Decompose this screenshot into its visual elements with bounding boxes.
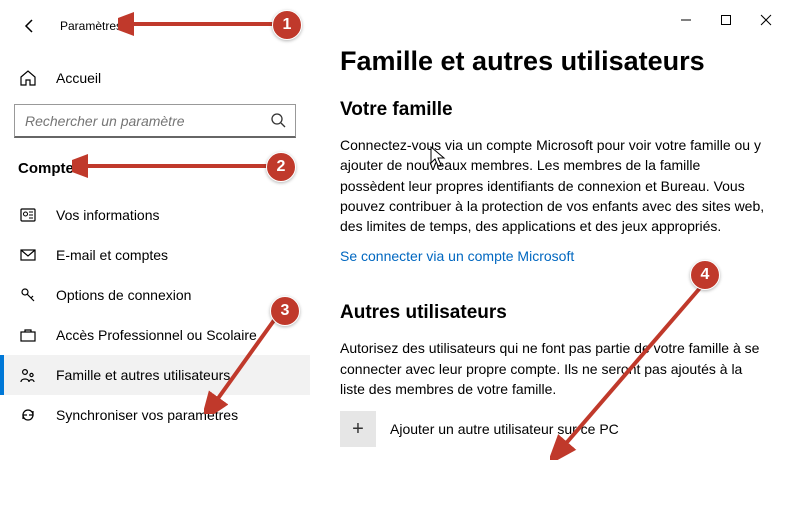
user-icon bbox=[18, 205, 38, 225]
nav-label: E-mail et comptes bbox=[56, 247, 168, 263]
sync-icon bbox=[18, 405, 38, 425]
nav-label: Options de connexion bbox=[56, 287, 191, 303]
family-body: Connectez-vous via un compte Microsoft p… bbox=[340, 135, 768, 236]
nav-email[interactable]: E-mail et comptes bbox=[0, 235, 310, 275]
maximize-icon bbox=[720, 14, 732, 26]
nav-label: Vos informations bbox=[56, 207, 160, 223]
back-button[interactable] bbox=[18, 14, 42, 38]
annotation-badge-2: 2 bbox=[266, 152, 296, 182]
app-title: Paramètres bbox=[60, 19, 122, 33]
plus-icon: + bbox=[340, 411, 376, 447]
close-button[interactable] bbox=[746, 6, 786, 34]
minimize-icon bbox=[680, 14, 692, 26]
annotation-arrow-1 bbox=[118, 12, 278, 36]
mail-icon bbox=[18, 245, 38, 265]
sidebar: Paramètres Accueil Comptes Vos informati… bbox=[0, 0, 310, 522]
family-icon bbox=[18, 365, 38, 385]
nav-home-label: Accueil bbox=[56, 70, 101, 86]
search-input[interactable] bbox=[14, 104, 296, 138]
nav-your-info[interactable]: Vos informations bbox=[0, 195, 310, 235]
home-icon bbox=[18, 68, 38, 88]
annotation-arrow-4 bbox=[550, 280, 720, 460]
key-icon bbox=[18, 285, 38, 305]
signin-link[interactable]: Se connecter via un compte Microsoft bbox=[340, 248, 574, 264]
annotation-badge-4: 4 bbox=[690, 260, 720, 290]
family-heading: Votre famille bbox=[340, 99, 768, 121]
search-icon bbox=[270, 112, 286, 128]
briefcase-icon bbox=[18, 325, 38, 345]
annotation-arrow-2 bbox=[72, 154, 272, 178]
cursor-icon bbox=[430, 146, 448, 168]
annotation-badge-1: 1 bbox=[272, 10, 302, 40]
arrow-left-icon bbox=[22, 18, 38, 34]
window-controls bbox=[666, 6, 786, 34]
page-title: Famille et autres utilisateurs bbox=[340, 46, 768, 77]
maximize-button[interactable] bbox=[706, 6, 746, 34]
annotation-badge-3: 3 bbox=[270, 296, 300, 326]
close-icon bbox=[760, 14, 772, 26]
search-box[interactable] bbox=[14, 104, 296, 138]
minimize-button[interactable] bbox=[666, 6, 706, 34]
nav-home[interactable]: Accueil bbox=[0, 58, 310, 98]
